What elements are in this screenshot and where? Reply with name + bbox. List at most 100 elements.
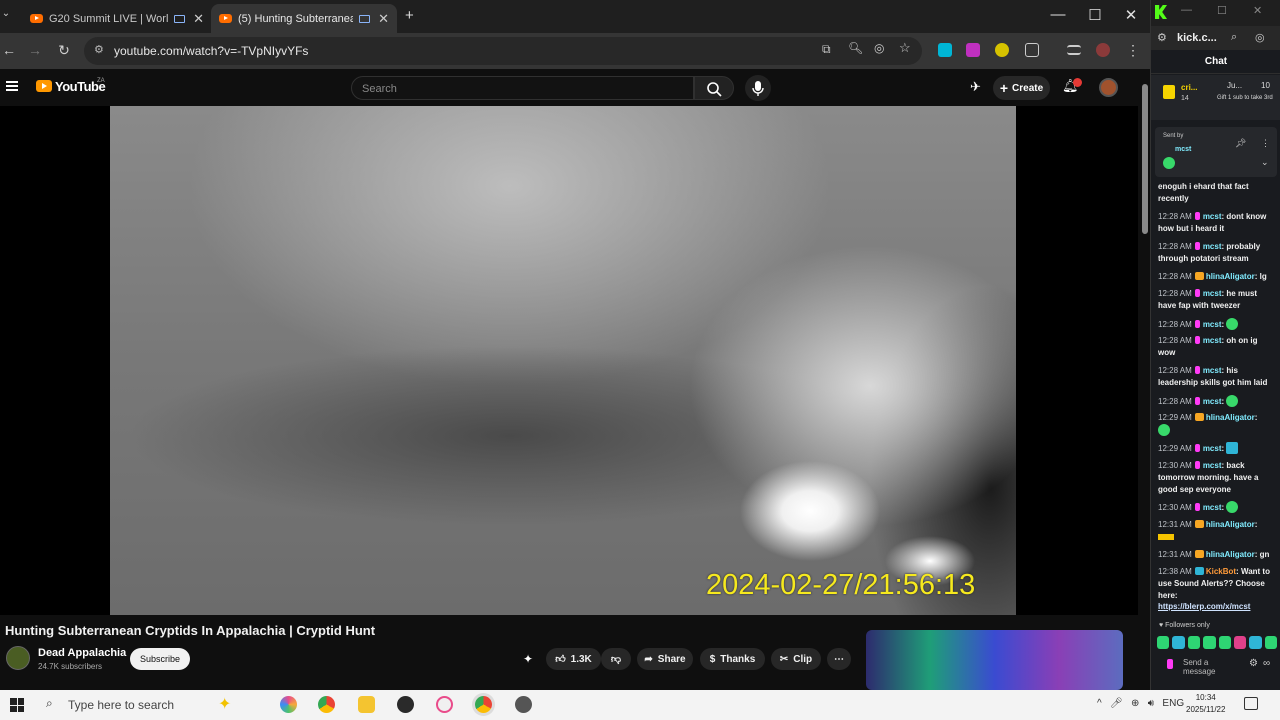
- emote-icon[interactable]: [1264, 636, 1277, 649]
- close-icon[interactable]: ✕: [1253, 4, 1262, 17]
- profile-icon[interactable]: [1096, 43, 1110, 57]
- close-window-button[interactable]: ✕: [1116, 6, 1146, 24]
- dislike-button[interactable]: 👎︎: [601, 648, 631, 670]
- related-video-thumbnail[interactable]: [866, 630, 1123, 690]
- emote-icon: [1163, 157, 1175, 169]
- maximize-icon[interactable]: ☐: [1217, 4, 1227, 17]
- browser-toolbar: ← → ↻ ⚙ youtube.com/watch?v=-TVpNIyvYFs …: [0, 33, 1150, 69]
- eye-off-icon[interactable]: ◎: [1255, 31, 1265, 44]
- app-icon[interactable]: [436, 696, 453, 713]
- video-player[interactable]: 2024-02-27/21:56:13: [0, 106, 1138, 615]
- thumbs-up-icon: 👍︎: [555, 654, 566, 665]
- settings-icon[interactable]: ⚙: [1249, 659, 1258, 669]
- chat-message: 12:28 AM mcst: probably through potatori …: [1158, 242, 1261, 263]
- emote-icon[interactable]: [1203, 636, 1216, 649]
- emote-icon[interactable]: [1157, 636, 1170, 649]
- system-tray[interactable]: ^ 🎤︎ ⊕ 🔊︎ ENG: [1097, 698, 1184, 709]
- search-box[interactable]: [351, 76, 694, 100]
- more-actions-button[interactable]: ⋯: [827, 648, 851, 670]
- zoom-icon[interactable]: ⌕: [1231, 31, 1237, 44]
- chat-link[interactable]: https://blerp.com/x/mcst: [1158, 601, 1276, 613]
- pin-icon[interactable]: 📌︎: [1235, 138, 1246, 149]
- chat-site-url[interactable]: kick.c...: [1177, 32, 1217, 44]
- extension-icon[interactable]: [938, 43, 952, 57]
- url-text[interactable]: youtube.com/watch?v=-TVpNIyvYFs: [114, 44, 308, 58]
- taskbar-clock[interactable]: 10:34 2025/11/22: [1186, 692, 1225, 716]
- share-icon: ➦: [644, 653, 653, 665]
- video-frame[interactable]: [110, 106, 1016, 615]
- plus-icon: +: [999, 80, 1009, 96]
- quick-emotes[interactable]: [1157, 636, 1277, 650]
- extension-icon[interactable]: [995, 43, 1009, 57]
- site-settings-icon[interactable]: ⚙: [1157, 31, 1167, 44]
- thanks-button[interactable]: $ Thanks: [700, 648, 765, 670]
- gift-prompt[interactable]: Gift 1 sub to take 3rd: [1217, 95, 1277, 102]
- create-button[interactable]: + Create: [993, 76, 1050, 100]
- new-tab-button[interactable]: +: [405, 7, 414, 24]
- search-icon[interactable]: ⌕: [46, 696, 53, 711]
- reload-icon[interactable]: ↻: [55, 42, 73, 59]
- voice-search-button[interactable]: [745, 75, 771, 101]
- chat-message: 12:28 AM mcst: oh on ig wow: [1158, 336, 1258, 357]
- more-icon[interactable]: ⋮: [1261, 138, 1270, 149]
- like-button[interactable]: 👍︎ 1.3K: [546, 648, 601, 670]
- emote-picker-icon[interactable]: ∞: [1263, 659, 1270, 669]
- emote-icon[interactable]: [1172, 636, 1185, 649]
- tab-hunting-subterranean[interactable]: (5) Hunting Subterranean C ✕: [211, 4, 397, 33]
- clip-button[interactable]: ✂ Clip: [771, 648, 821, 670]
- account-avatar[interactable]: [1099, 78, 1118, 97]
- minimize-icon[interactable]: —: [1181, 4, 1192, 16]
- chrome-icon[interactable]: [318, 696, 335, 713]
- zoom-icon[interactable]: 🔍︎: [848, 41, 863, 55]
- live-chat-icon[interactable]: ✈: [970, 79, 981, 95]
- install-app-icon[interactable]: ⧉: [822, 42, 831, 57]
- maximize-button[interactable]: ☐: [1080, 6, 1110, 24]
- extensions-puzzle-icon[interactable]: [1025, 43, 1039, 57]
- search-input[interactable]: [362, 81, 682, 96]
- emote-icon[interactable]: [1249, 636, 1262, 649]
- copilot-icon[interactable]: [280, 696, 297, 713]
- bars-emote-icon: [1158, 533, 1174, 540]
- site-info-icon[interactable]: ⚙: [94, 43, 104, 56]
- close-tab-icon[interactable]: ✕: [193, 11, 204, 27]
- share-button[interactable]: ➦ Share: [637, 648, 693, 670]
- channel-avatar[interactable]: [6, 646, 30, 670]
- eye-off-icon[interactable]: ◎: [874, 41, 884, 55]
- chat-message: 12:28 AM mcst:: [1158, 395, 1276, 408]
- back-icon[interactable]: ←: [0, 42, 18, 58]
- emote-icon[interactable]: [1233, 636, 1247, 649]
- moderator-badge-icon: [1194, 212, 1200, 220]
- channel-name[interactable]: Dead Appalachia: [38, 647, 126, 659]
- address-bar[interactable]: ⚙ youtube.com/watch?v=-TVpNIyvYFs ⧉ 🔍︎ ◎…: [84, 37, 922, 65]
- emote-icon[interactable]: [1218, 636, 1231, 649]
- search-button[interactable]: [694, 76, 734, 100]
- send-message-placeholder: Send a message: [1183, 658, 1216, 676]
- forward-icon[interactable]: →: [26, 42, 44, 58]
- sparkle-icon[interactable]: ✦: [218, 694, 231, 714]
- tab-search-icon[interactable]: ⌄: [0, 8, 12, 19]
- taskbar-search-input[interactable]: Type here to search: [68, 698, 174, 712]
- send-message-input[interactable]: Send a message ⚙ ∞: [1157, 656, 1277, 678]
- app-icon[interactable]: [515, 696, 532, 713]
- join-icon[interactable]: ✦: [523, 652, 533, 666]
- close-tab-icon[interactable]: ✕: [378, 11, 389, 27]
- bookmark-star-icon[interactable]: ☆: [899, 40, 911, 56]
- clock-time: 10:34: [1195, 693, 1216, 702]
- notification-center-icon[interactable]: [1244, 697, 1258, 710]
- emote-icon[interactable]: [1187, 636, 1201, 649]
- tab-g20-summit[interactable]: G20 Summit LIVE | World Le ✕: [22, 4, 212, 33]
- minimize-button[interactable]: —: [1043, 6, 1073, 23]
- media-control-icon[interactable]: [1067, 45, 1081, 55]
- windows-start-icon[interactable]: [10, 698, 24, 712]
- obs-icon[interactable]: [397, 696, 414, 713]
- language-indicator[interactable]: ENG: [1162, 698, 1184, 709]
- scrollbar-thumb[interactable]: [1142, 84, 1148, 234]
- chrome-active-icon[interactable]: [475, 696, 492, 713]
- youtube-logo-icon[interactable]: [36, 80, 52, 92]
- browser-menu-icon[interactable]: ⋮: [1124, 42, 1142, 59]
- subscribe-button[interactable]: Subscribe: [130, 648, 190, 670]
- menu-icon[interactable]: [6, 81, 18, 91]
- chevron-down-icon[interactable]: ⌄: [1261, 157, 1269, 168]
- file-explorer-icon[interactable]: [358, 696, 375, 713]
- extension-icon[interactable]: [966, 43, 980, 57]
